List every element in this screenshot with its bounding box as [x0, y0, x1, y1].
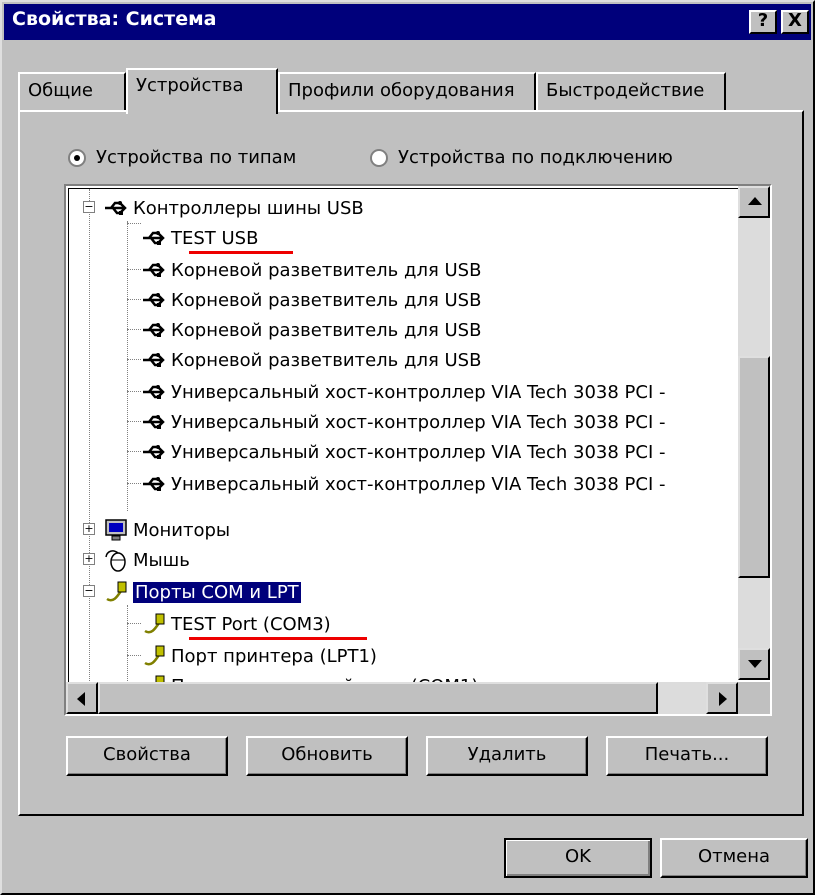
usb-icon — [143, 477, 165, 491]
usb-icon — [143, 263, 165, 277]
refresh-button[interactable]: Обновить — [246, 736, 408, 776]
usb-icon — [143, 385, 165, 399]
vertical-scroll-thumb[interactable] — [738, 356, 770, 578]
usb-icon — [143, 293, 165, 307]
tree-item-label: Универсальный хост-контроллер VIA Tech 3… — [171, 411, 666, 433]
usb-icon — [143, 231, 165, 245]
radio-label: Устройства по типам — [96, 147, 297, 168]
right-arrow-icon — [719, 692, 727, 706]
horizontal-scroll-thumb[interactable] — [98, 682, 658, 714]
tab-label: Устройства — [136, 75, 244, 96]
tree-item-label: Контроллеры шины USB — [133, 197, 364, 219]
red-underline-annotation — [189, 251, 293, 254]
tree-item-label: Корневой разветвитель для USB — [171, 319, 482, 341]
tree-item-printer-port[interactable]: Порт принтера (LPT1) — [141, 641, 377, 671]
usb-icon — [143, 353, 165, 367]
tree-item-label: TEST Port (COM3) — [171, 613, 331, 635]
port-icon — [106, 581, 127, 602]
up-arrow-icon — [748, 197, 762, 205]
scroll-left-button[interactable] — [66, 682, 98, 714]
left-arrow-icon — [77, 692, 85, 706]
tab-label: Общие — [28, 80, 93, 101]
tree-item-ports-category[interactable]: Порты COM и LPT — [103, 577, 302, 607]
collapse-usb-toggle[interactable]: − — [83, 201, 95, 213]
vertical-scrollbar[interactable] — [738, 186, 770, 680]
tree-item-label: Корневой разветвитель для USB — [171, 259, 482, 281]
scroll-up-button[interactable] — [738, 186, 770, 218]
collapse-ports-toggle[interactable]: − — [83, 585, 95, 597]
tree-item-label: Универсальный хост-контроллер VIA Tech 3… — [171, 473, 666, 495]
tree-content: − Контроллеры шины USB TEST USB Корневой… — [68, 188, 768, 712]
tree-item-label: Мышь — [133, 549, 190, 571]
tree-item-test-port[interactable]: TEST Port (COM3) — [141, 609, 331, 639]
close-button[interactable]: X — [781, 10, 809, 34]
system-properties-window: Свойства: Система ? X Общие Устройства П… — [0, 0, 815, 895]
tree-item-usb-host-controller[interactable]: Универсальный хост-контроллер VIA Tech 3… — [141, 407, 666, 437]
cancel-button[interactable]: Отмена — [660, 838, 808, 878]
tree-item-usb-hub[interactable]: Корневой разветвитель для USB — [141, 285, 481, 315]
usb-icon — [105, 201, 127, 215]
tree-item-label: Универсальный хост-контроллер VIA Tech 3… — [171, 381, 666, 403]
radio-by-type[interactable]: Устройства по типам — [68, 147, 296, 168]
tree-item-label: TEST USB — [171, 227, 259, 249]
tree-item-label: Мониторы — [133, 519, 231, 541]
remove-button[interactable]: Удалить — [426, 736, 588, 776]
window-title: Свойства: Система — [12, 8, 217, 30]
tree-item-label: Корневой разветвитель для USB — [171, 349, 482, 371]
tree-item-usb-category[interactable]: Контроллеры шины USB — [103, 193, 364, 223]
usb-icon — [143, 445, 165, 459]
horizontal-scrollbar[interactable] — [66, 682, 738, 714]
red-underline-annotation — [189, 637, 367, 640]
title-bar[interactable]: Свойства: Система ? X — [4, 4, 811, 40]
radio-button[interactable] — [370, 148, 388, 167]
usb-icon — [143, 323, 165, 337]
tree-item-test-usb[interactable]: TEST USB — [141, 223, 258, 253]
tree-item-mouse[interactable]: Мышь — [103, 545, 190, 575]
tab-label: Быстродействие — [546, 80, 705, 101]
tab-label: Профили оборудования — [288, 80, 515, 101]
tree-item-usb-hub[interactable]: Корневой разветвитель для USB — [141, 315, 481, 345]
radio-label: Устройства по подключению — [398, 147, 673, 168]
tree-item-usb-host-controller[interactable]: Универсальный хост-контроллер VIA Tech 3… — [141, 377, 666, 407]
tree-item-label-selected: Порты COM и LPT — [132, 580, 302, 604]
tab-hardware-profiles[interactable]: Профили оборудования — [278, 72, 536, 110]
scroll-down-button[interactable] — [738, 648, 770, 680]
radio-button-selected[interactable] — [68, 148, 86, 167]
device-tree[interactable]: − Контроллеры шины USB TEST USB Корневой… — [64, 184, 772, 716]
tree-item-usb-host-controller[interactable]: Универсальный хост-контроллер VIA Tech 3… — [141, 437, 666, 467]
tree-item-usb-hub[interactable]: Корневой разветвитель для USB — [141, 345, 481, 375]
tree-item-label: Порт принтера (LPT1) — [171, 645, 377, 667]
port-icon — [144, 613, 165, 634]
properties-button[interactable]: Свойства — [66, 736, 228, 776]
radio-by-connection[interactable]: Устройства по подключению — [370, 147, 673, 168]
monitor-icon — [105, 519, 127, 541]
tree-item-usb-host-controller[interactable]: Универсальный хост-контроллер VIA Tech 3… — [141, 469, 666, 499]
mouse-icon — [105, 550, 126, 572]
expand-monitors-toggle[interactable]: + — [83, 523, 95, 535]
scroll-right-button[interactable] — [706, 682, 738, 714]
help-button[interactable]: ? — [749, 10, 777, 34]
usb-icon — [143, 415, 165, 429]
port-icon — [144, 645, 165, 666]
ok-button[interactable]: OK — [504, 838, 652, 878]
tree-item-label: Корневой разветвитель для USB — [171, 289, 482, 311]
tree-item-label: Универсальный хост-контроллер VIA Tech 3… — [171, 441, 666, 463]
expand-mouse-toggle[interactable]: + — [83, 553, 95, 565]
tree-item-monitors[interactable]: Мониторы — [103, 515, 230, 545]
scroll-corner — [738, 682, 770, 714]
tab-performance[interactable]: Быстродействие — [536, 72, 726, 110]
tab-general[interactable]: Общие — [18, 72, 126, 110]
down-arrow-icon — [748, 660, 762, 668]
tab-devices[interactable]: Устройства — [126, 68, 278, 114]
tree-item-usb-hub[interactable]: Корневой разветвитель для USB — [141, 255, 481, 285]
print-button[interactable]: Печать... — [606, 736, 768, 776]
